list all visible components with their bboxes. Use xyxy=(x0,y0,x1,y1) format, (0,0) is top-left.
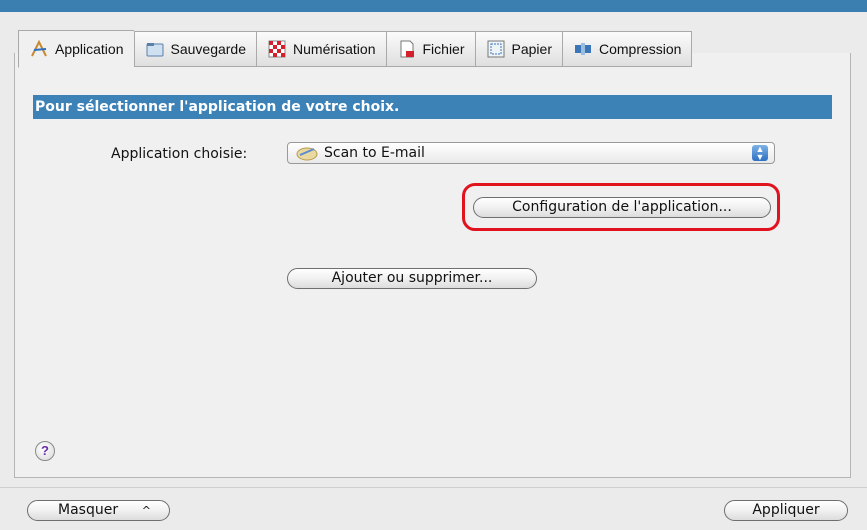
tab-numerisation[interactable]: Numérisation xyxy=(256,31,386,67)
tab-label: Numérisation xyxy=(293,41,376,57)
tab-label: Application xyxy=(55,41,124,57)
paper-icon xyxy=(487,40,505,58)
application-icon xyxy=(30,39,48,58)
window-titlebar xyxy=(0,0,867,12)
add-remove-button[interactable]: Ajouter ou supprimer... xyxy=(287,268,537,289)
application-select[interactable]: Scan to E-mail ▲ ▼ xyxy=(287,142,775,164)
tab-bar: Application Sauvegarde Numérisation Fich… xyxy=(18,30,693,68)
hide-button-label: Masquer xyxy=(58,502,119,518)
tab-compression[interactable]: Compression xyxy=(561,31,693,67)
select-arrows-icon: ▲ ▼ xyxy=(752,145,768,162)
tab-papier[interactable]: Papier xyxy=(474,31,562,67)
instruction-banner: Pour sélectionner l'application de votre… xyxy=(33,95,832,119)
document-icon xyxy=(398,40,416,58)
tab-label: Fichier xyxy=(422,41,465,57)
folder-icon xyxy=(146,40,164,58)
tab-fichier[interactable]: Fichier xyxy=(385,31,475,67)
checker-icon xyxy=(268,40,286,58)
tab-label: Papier xyxy=(511,41,552,57)
application-label: Application choisie: xyxy=(111,146,248,162)
tab-label: Compression xyxy=(598,41,682,57)
tab-application[interactable]: Application xyxy=(18,30,134,68)
tab-label: Sauvegarde xyxy=(170,41,247,57)
application-select-value: Scan to E-mail xyxy=(324,145,425,161)
hide-button[interactable]: Masquer ^ xyxy=(27,500,170,521)
compression-icon xyxy=(574,40,592,58)
footer-divider xyxy=(0,487,867,488)
configuration-button[interactable]: Configuration de l'application... xyxy=(473,197,771,218)
tab-sauvegarde[interactable]: Sauvegarde xyxy=(133,31,257,67)
email-app-icon xyxy=(296,145,318,161)
help-icon[interactable]: ? xyxy=(35,441,55,461)
chevron-up-icon: ^ xyxy=(141,504,151,517)
apply-button[interactable]: Appliquer xyxy=(724,500,848,521)
